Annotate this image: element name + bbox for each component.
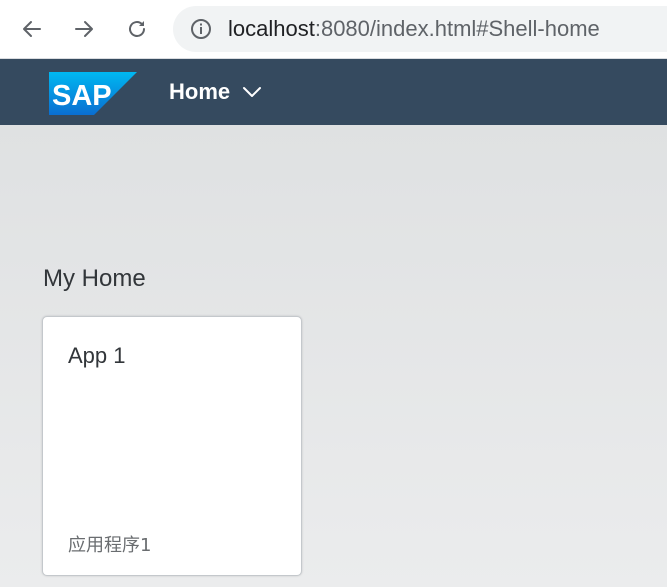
arrow-right-icon: [75, 21, 93, 37]
url-host: localhost: [228, 16, 315, 41]
sap-logo-text: SAP: [52, 80, 112, 112]
back-button[interactable]: [17, 14, 47, 44]
reload-button[interactable]: [122, 14, 152, 44]
url-text[interactable]: localhost:8080/index.html#Shell-home: [228, 17, 600, 41]
home-menu-button[interactable]: Home: [169, 79, 262, 105]
arrow-left-icon: [23, 21, 41, 37]
tile-title: App 1: [68, 343, 126, 368]
main-content: My Home App 1 应用程序1: [0, 125, 667, 587]
chevron-down-icon: [243, 87, 262, 97]
forward-button[interactable]: [69, 14, 99, 44]
address-bar[interactable]: localhost:8080/index.html#Shell-home: [173, 6, 667, 52]
reload-icon: [129, 21, 145, 37]
info-icon[interactable]: [189, 17, 213, 41]
sap-logo[interactable]: SAP: [49, 72, 137, 115]
browser-toolbar: localhost:8080/index.html#Shell-home: [0, 0, 667, 59]
tile-footer: 应用程序1: [68, 535, 152, 556]
app-tile[interactable]: App 1 应用程序1: [42, 316, 302, 576]
section-title: My Home: [43, 265, 146, 292]
shell-bar: SAP Home: [0, 59, 667, 125]
url-path: :8080/index.html#Shell-home: [314, 16, 600, 41]
home-title: Home: [169, 79, 231, 104]
